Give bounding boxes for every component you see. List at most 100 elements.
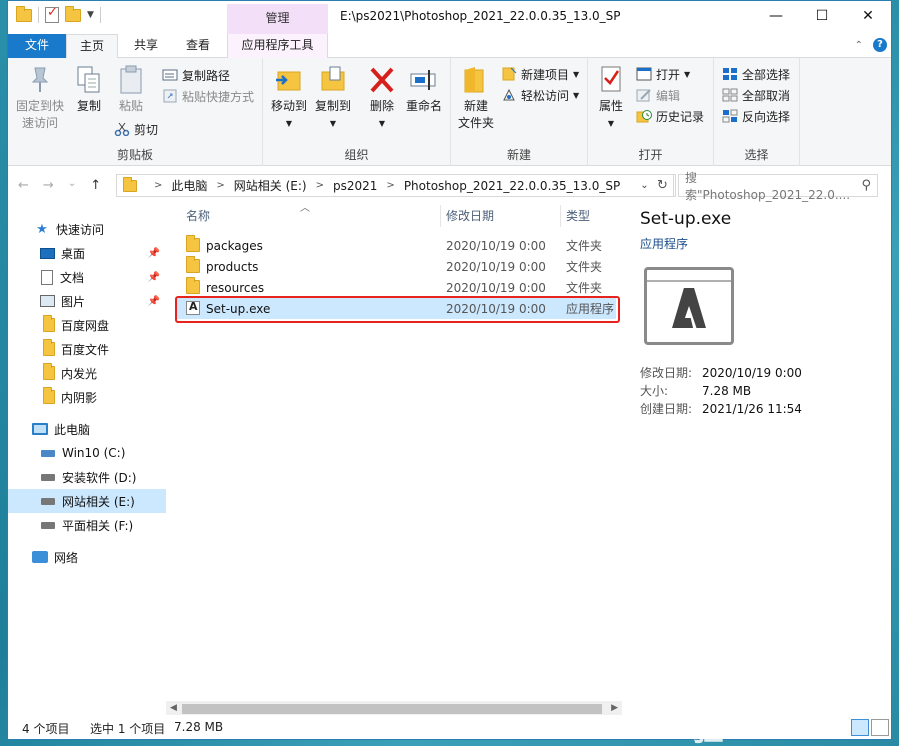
nav-item-desktop[interactable]: 桌面 📌 [8,241,166,265]
prop-modified: 修改日期: 2020/10/19 0:00 [640,364,802,382]
open-button[interactable]: 打开 ▼ [636,64,690,84]
scrollbar-thumb[interactable] [182,704,602,714]
column-divider[interactable] [440,205,441,227]
organize-group: 移动到 ▼ 复制到 ▼ 删除 ▼ 重命名 组织 [263,58,451,166]
pin-label-line1: 固定到快 [15,99,64,113]
open-label: 打开 [656,67,681,82]
cut-button[interactable]: 剪切 [114,119,158,139]
paste-shortcut-button[interactable]: 粘贴快捷方式 [162,86,254,106]
tab-file[interactable]: 文件 [8,34,66,58]
tab-share[interactable]: 共享 [120,34,172,58]
breadcrumb-chevron-icon[interactable]: > [386,180,394,191]
history-button[interactable]: 历史记录 [636,106,704,126]
search-input[interactable]: 搜索"Photoshop_2021_22.0.... ⚲ [678,171,878,202]
nav-network-label: 网络 [54,550,79,565]
easy-access-button[interactable]: 轻松访问 ▼ [501,85,579,105]
nav-item-pictures[interactable]: 图片 📌 [8,289,166,313]
pin-icon[interactable]: 📌 [148,296,160,307]
nav-network[interactable]: 网络 [8,545,166,569]
tab-app-tools[interactable]: 应用程序工具 [227,34,328,58]
copy-button[interactable]: 复制 [70,64,108,115]
move-to-button[interactable]: 移动到 ▼ [269,64,309,132]
drive-icon [41,521,55,529]
file-row-products[interactable]: products 2020/10/19 0:00 文件夹 [176,256,616,277]
maximize-button[interactable]: ☐ [799,1,845,31]
column-divider[interactable] [560,205,561,227]
paste-button[interactable]: 粘贴 [112,64,150,115]
new-item-button[interactable]: 新建项目 ▼ [501,64,579,84]
close-button[interactable]: ✕ [845,1,891,31]
select-none-icon [722,88,738,102]
file-explorer-window: ▼ 管理 E:\ps2021\Photoshop_2021_22.0.0.35_… [7,0,892,740]
pin-quick-access-button[interactable]: 固定到快 速访问 [14,64,66,132]
up-arrow-icon[interactable]: ↑ [90,178,101,193]
tab-view[interactable]: 查看 [172,34,224,58]
nav-this-pc[interactable]: 此电脑 [8,417,166,441]
file-type: 文件夹 [566,239,603,253]
breadcrumb-ps2021[interactable]: ps2021 [333,179,377,193]
baidu-watermark-url: jingyan.baidu.com [690,702,810,717]
nav-item-baidu-files[interactable]: 百度文件 [8,337,166,361]
nav-drive-d[interactable]: 安装软件 (D:) [8,465,166,489]
breadcrumb-chevron-icon[interactable]: > [216,180,224,191]
select-all-button[interactable]: 全部选择 [722,64,790,84]
forward-arrow-icon[interactable]: → [43,178,54,193]
nav-item-baidu-pan[interactable]: 百度网盘 [8,313,166,337]
properties-icon [596,64,626,96]
ribbon: 固定到快 速访问 复制 粘贴 复制路径 粘贴快捷方式 剪切 剪贴板 移动到 ▼ … [8,58,891,166]
invert-selection-button[interactable]: 反向选择 [722,106,790,126]
prop-created: 创建日期: 2021/1/26 11:54 [640,400,802,418]
chevron-down-icon: ▼ [573,69,580,79]
column-header-name[interactable]: 名称 [186,205,436,227]
nav-item-label: 图片 [61,294,86,309]
customize-toolbar-dropdown-icon[interactable]: ▼ [87,10,94,20]
rename-button[interactable]: 重命名 [403,64,445,115]
file-row-resources[interactable]: resources 2020/10/19 0:00 文件夹 [176,277,616,298]
select-none-button[interactable]: 全部取消 [722,85,790,105]
address-dropdown-icon[interactable]: ⌄ [635,180,653,191]
breadcrumb-chevron-icon[interactable]: > [316,180,324,191]
breadcrumb-chevron-icon[interactable]: > [154,180,162,191]
delete-button[interactable]: 删除 ▼ [367,64,397,132]
new-folder-button[interactable]: 新建 文件夹 [455,64,497,132]
nav-drive-e[interactable]: 网站相关 (E:) [8,489,166,513]
column-header-type[interactable]: 类型 [566,205,626,227]
preview-title: Set-up.exe [640,209,732,229]
breadcrumb-this-pc[interactable]: 此电脑 [171,177,207,194]
breadcrumb-drive-e[interactable]: 网站相关 (E:) [234,177,307,194]
properties-icon[interactable] [45,5,59,23]
copy-to-button[interactable]: 复制到 ▼ [313,64,353,132]
new-folder-icon[interactable] [65,5,81,22]
file-row-packages[interactable]: packages 2020/10/19 0:00 文件夹 [176,235,616,256]
address-bar[interactable]: > 此电脑 > 网站相关 (E:) > ps2021 > Photoshop_2… [116,174,676,197]
nav-drive-f[interactable]: 平面相关 (F:) [8,513,166,537]
prop-value: 2020/10/19 0:00 [702,366,802,380]
properties-button[interactable]: 属性 ▼ [594,64,628,132]
nav-drive-c[interactable]: Win10 (C:) [8,441,166,465]
select-group: 全部选择 全部取消 反向选择 选择 [714,58,800,166]
nav-item-documents[interactable]: 文档 📌 [8,265,166,289]
edit-button[interactable]: 编辑 [636,85,680,105]
file-date: 2020/10/19 0:00 [446,259,546,274]
copy-path-button[interactable]: 复制路径 [162,65,230,85]
nav-item-inner-shadow[interactable]: 内阴影 [8,385,166,409]
minimize-button[interactable]: — [753,1,799,31]
nav-item-label: 内发光 [61,366,98,381]
tab-home[interactable]: 主页 [66,34,118,59]
breadcrumb-photoshop-folder[interactable]: Photoshop_2021_22.0.0.35_13.0_SP [404,179,620,193]
nav-item-inner-glow[interactable]: 内发光 [8,361,166,385]
scroll-left-icon[interactable]: ◀ [170,703,177,713]
folder-icon [16,5,32,22]
back-arrow-icon[interactable]: ← [18,178,29,193]
new-folder-label-line2: 文件夹 [457,116,494,130]
manage-tab[interactable]: 管理 [227,4,328,34]
help-icon[interactable]: ? [873,38,887,52]
column-header-date[interactable]: 修改日期 [446,205,556,227]
collapse-ribbon-icon[interactable]: ⌃ [855,40,863,51]
pin-icon[interactable]: 📌 [148,272,160,283]
refresh-button[interactable]: ↻ [652,174,674,197]
recent-locations-chevron-icon[interactable]: ⌄ [68,178,76,193]
pin-icon[interactable]: 📌 [148,248,160,259]
scroll-right-icon[interactable]: ▶ [611,703,618,713]
nav-quick-access[interactable]: ★ 快速访问 [8,217,166,241]
